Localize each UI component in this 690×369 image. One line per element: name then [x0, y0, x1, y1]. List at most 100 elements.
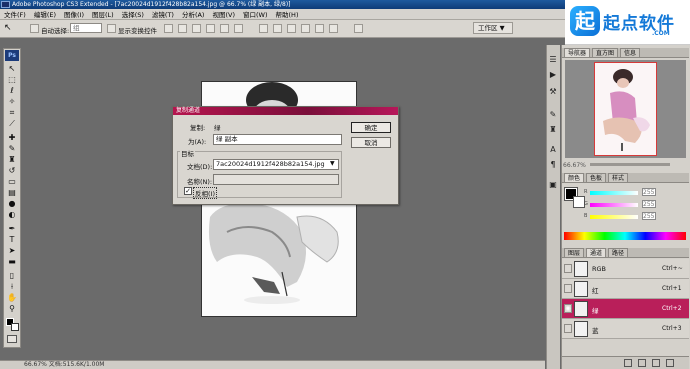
move-tool-icon[interactable]: ↖ — [6, 64, 18, 74]
paragraph-panel-icon[interactable]: ¶ — [548, 160, 558, 170]
clone-source-icon[interactable]: ♜ — [548, 125, 558, 135]
invert-checkbox[interactable]: ✓ — [184, 187, 192, 195]
menu-file[interactable]: 文件(F) — [4, 9, 26, 19]
workspace-button[interactable]: 工作区 ▼ — [473, 22, 513, 34]
distribute-vcenter-icon[interactable] — [273, 24, 282, 33]
distribute-left-icon[interactable] — [301, 24, 310, 33]
move-tool-icon[interactable]: ↖ — [4, 23, 12, 33]
navigator-zoom-slider[interactable] — [590, 163, 670, 166]
healing-brush-tool-icon[interactable]: ✚ — [6, 133, 18, 143]
auto-select-dropdown[interactable]: 组 — [70, 23, 102, 33]
cancel-button[interactable]: 取消 — [351, 137, 391, 148]
tab-histogram[interactable]: 直方图 — [592, 48, 619, 57]
hand-tool-icon[interactable]: ✋ — [6, 293, 18, 303]
green-slider[interactable] — [590, 203, 638, 207]
new-channel-icon[interactable] — [652, 359, 660, 367]
auto-align-icon[interactable] — [354, 24, 363, 33]
transform-controls-checkbox[interactable] — [107, 24, 116, 33]
align-hcenter-icon[interactable] — [220, 24, 229, 33]
as-name-input[interactable]: 绿 副本 — [213, 134, 342, 145]
align-vcenter-icon[interactable] — [178, 24, 187, 33]
distribute-bottom-icon[interactable] — [287, 24, 296, 33]
zoom-tool-icon[interactable]: ⚲ — [6, 304, 18, 314]
distribute-hcenter-icon[interactable] — [315, 24, 324, 33]
blue-slider[interactable] — [590, 215, 638, 219]
notes-tool-icon[interactable]: ▯ — [6, 271, 18, 281]
lasso-tool-icon[interactable]: ℓ — [6, 86, 18, 96]
blur-tool-icon[interactable]: ● — [6, 199, 18, 209]
crop-tool-icon[interactable]: ⌗ — [6, 108, 18, 118]
tab-info[interactable]: 信息 — [620, 48, 641, 57]
name-input[interactable] — [213, 174, 339, 185]
green-value[interactable]: 255 — [642, 200, 656, 208]
tab-layers[interactable]: 图层 — [564, 248, 585, 257]
tab-styles[interactable]: 样式 — [608, 173, 629, 182]
magic-wand-tool-icon[interactable]: ✧ — [6, 97, 18, 107]
quick-mask-icon[interactable] — [7, 335, 17, 343]
menu-edit[interactable]: 编辑(E) — [34, 9, 56, 19]
clone-stamp-tool-icon[interactable]: ♜ — [6, 155, 18, 165]
menu-help[interactable]: 帮助(H) — [276, 9, 299, 19]
align-top-icon[interactable] — [164, 24, 173, 33]
tab-color[interactable]: 颜色 — [564, 173, 585, 182]
channel-row-red[interactable]: 红 Ctrl+1 — [562, 279, 689, 299]
channel-row-blue[interactable]: 蓝 Ctrl+3 — [562, 319, 689, 339]
auto-select-checkbox[interactable] — [30, 24, 39, 33]
chevron-down-icon[interactable]: ▼ — [330, 160, 335, 167]
distribute-top-icon[interactable] — [259, 24, 268, 33]
dodge-tool-icon[interactable]: ◐ — [6, 210, 18, 220]
tool-presets-icon[interactable]: ⚒ — [548, 87, 558, 97]
history-brush-tool-icon[interactable]: ↺ — [6, 166, 18, 176]
eye-icon[interactable]: ◉ — [564, 304, 572, 313]
eraser-tool-icon[interactable]: ▭ — [6, 177, 18, 187]
path-selection-tool-icon[interactable]: ➤ — [6, 246, 18, 256]
distribute-right-icon[interactable] — [329, 24, 338, 33]
save-selection-icon[interactable] — [638, 359, 646, 367]
tab-navigator[interactable]: 导航器 — [564, 48, 591, 57]
red-slider[interactable] — [590, 191, 638, 195]
red-value[interactable]: 255 — [642, 188, 656, 196]
brushes-panel-icon[interactable]: ✎ — [548, 110, 558, 120]
menu-image[interactable]: 图像(I) — [64, 9, 84, 19]
shape-tool-icon[interactable]: ▬ — [6, 257, 18, 267]
visibility-toggle-icon[interactable] — [564, 324, 572, 333]
trash-icon[interactable] — [666, 359, 674, 367]
background-color-swatch[interactable] — [11, 323, 19, 331]
slice-tool-icon[interactable]: ⟋ — [6, 119, 18, 129]
menu-analysis[interactable]: 分析(A) — [182, 9, 205, 19]
marquee-tool-icon[interactable]: ⬚ — [6, 75, 18, 85]
channel-row-rgb[interactable]: RGB Ctrl+~ — [562, 259, 689, 279]
menu-filter[interactable]: 滤镜(T) — [152, 9, 174, 19]
history-panel-icon[interactable]: ☰ — [548, 55, 558, 65]
color-spectrum-bar[interactable] — [564, 232, 686, 240]
gradient-tool-icon[interactable]: ▤ — [6, 188, 18, 198]
character-panel-icon[interactable]: A — [548, 145, 558, 155]
align-bottom-icon[interactable] — [192, 24, 201, 33]
load-selection-icon[interactable] — [624, 359, 632, 367]
document-select[interactable]: 7ac20024d1912f428b82a154.jpg — [213, 159, 339, 170]
type-tool-icon[interactable]: T — [6, 235, 18, 245]
menu-select[interactable]: 选择(S) — [122, 9, 144, 19]
visibility-toggle-icon[interactable] — [564, 284, 572, 293]
menu-view[interactable]: 视图(V) — [212, 9, 235, 19]
actions-panel-icon[interactable]: ▶ — [548, 70, 558, 80]
align-right-icon[interactable] — [234, 24, 243, 33]
blue-value[interactable]: 255 — [642, 212, 656, 220]
ok-button[interactable]: 确定 — [351, 122, 391, 133]
navigator-zoom-value[interactable]: 66.67% — [563, 162, 586, 169]
brush-tool-icon[interactable]: ✎ — [6, 144, 18, 154]
pen-tool-icon[interactable]: ✒ — [6, 224, 18, 234]
menu-layer[interactable]: 图层(L) — [92, 9, 114, 19]
tab-paths[interactable]: 路径 — [608, 248, 629, 257]
channel-shortcut: Ctrl+2 — [662, 305, 682, 312]
eyedropper-tool-icon[interactable]: ⟊ — [6, 282, 18, 292]
tab-swatches[interactable]: 色板 — [586, 173, 607, 182]
visibility-toggle-icon[interactable] — [564, 264, 572, 273]
tab-channels[interactable]: 通道 — [586, 248, 607, 257]
layer-comps-icon[interactable]: ▣ — [548, 180, 558, 190]
document-label: 文档(D): — [187, 163, 213, 171]
channel-thumbnail — [574, 301, 588, 317]
menu-window[interactable]: 窗口(W) — [243, 9, 268, 19]
channel-row-green[interactable]: ◉ 绿 Ctrl+2 — [562, 299, 689, 319]
align-left-icon[interactable] — [206, 24, 215, 33]
